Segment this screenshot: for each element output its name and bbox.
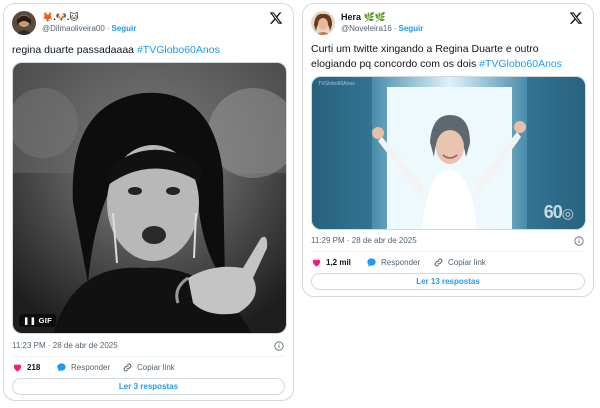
reply-bubble-icon <box>367 258 376 267</box>
copy-link-button[interactable]: Copiar link <box>433 257 486 268</box>
author-handle[interactable]: @Dilmaoliveira00 <box>42 24 105 33</box>
action-bar: 1,2 mil Responder Copiar link <box>311 257 585 271</box>
tweet-text-body: regina duarte passadaaaa <box>12 44 137 56</box>
author-handle[interactable]: @Noveleira16 <box>341 24 392 33</box>
watermark-text: 60 <box>543 202 563 222</box>
x-logo-icon[interactable] <box>269 11 283 25</box>
link-icon <box>434 258 443 267</box>
tweet-gif[interactable]: ❚❚ GIF <box>12 62 287 334</box>
pause-icon: ❚❚ <box>23 316 37 325</box>
read-replies-button[interactable]: Ler 13 respostas <box>311 273 585 290</box>
follow-button[interactable]: Seguir <box>111 24 136 33</box>
gif-image <box>13 63 286 333</box>
tweet-card-1: 🦊.🐶.🐱 @Dilmaoliveira00 · Seguir regina dua… <box>3 3 294 401</box>
watermark-logo: 60◎ <box>543 202 574 222</box>
avatar[interactable] <box>12 11 36 35</box>
avatar[interactable] <box>311 11 335 35</box>
follow-button[interactable]: Seguir <box>398 24 423 33</box>
divider <box>311 251 585 252</box>
reply-bubble-icon <box>57 363 66 372</box>
tweet-text-line-1: Curti um twitte xingando a Regina Duarte… <box>311 43 539 55</box>
info-icon[interactable] <box>274 341 284 351</box>
tweet-video[interactable]: TVGlobo60Anos 60◎ <box>311 76 586 230</box>
tweet-timestamp[interactable]: 11:29 PM · 28 de abr de 2025 <box>311 236 417 245</box>
copy-link-label: Copiar link <box>448 258 486 267</box>
like-button[interactable]: 218 <box>12 362 40 373</box>
reply-label: Responder <box>71 363 111 372</box>
author-name[interactable]: Hera 🌿🌿 <box>341 12 386 23</box>
tweet-text-line-2: elogiando pq concordo com os dois <box>311 58 480 70</box>
reply-label: Responder <box>381 258 421 267</box>
link-icon <box>123 363 132 372</box>
copy-link-label: Copiar link <box>137 363 175 372</box>
tweet-header: 🦊.🐶.🐱 @Dilmaoliveira00 · Seguir <box>12 11 285 41</box>
author-name[interactable]: 🦊.🐶.🐱 <box>42 12 79 23</box>
copy-link-button[interactable]: Copiar link <box>122 362 175 373</box>
handle-row: @Noveleira16 · Seguir <box>341 24 424 33</box>
x-logo-icon[interactable] <box>569 11 583 25</box>
tweet-timestamp[interactable]: 11:23 PM · 28 de abr de 2025 <box>12 341 118 350</box>
gif-badge[interactable]: ❚❚ GIF <box>19 314 56 327</box>
gif-label: GIF <box>38 316 52 325</box>
corner-text: TVGlobo60Anos <box>318 81 355 87</box>
reply-button[interactable]: Responder <box>56 362 110 373</box>
read-replies-button[interactable]: Ler 3 respostas <box>12 378 285 395</box>
tweet-card-2: Hera 🌿🌿 @Noveleira16 · Seguir Curti um twi… <box>302 3 594 297</box>
tweet-text: regina duarte passadaaaa #TVGlobo60Anos <box>12 43 220 58</box>
tweet-header: Hera 🌿🌿 @Noveleira16 · Seguir <box>311 11 585 41</box>
like-count: 218 <box>27 363 41 372</box>
hashtag-link[interactable]: #TVGlobo60Anos <box>137 44 220 56</box>
divider <box>12 356 285 357</box>
heart-icon <box>13 364 22 372</box>
action-bar: 218 Responder Copiar link <box>12 362 285 376</box>
tweet-text: Curti um twitte xingando a Regina Duarte… <box>311 42 562 72</box>
like-button[interactable]: 1,2 mil <box>311 257 351 268</box>
heart-icon <box>312 259 321 267</box>
hashtag-link[interactable]: #TVGlobo60Anos <box>479 58 562 70</box>
like-count: 1,2 mil <box>326 258 351 267</box>
info-icon[interactable] <box>574 236 584 246</box>
handle-row: @Dilmaoliveira00 · Seguir <box>42 24 137 33</box>
reply-button[interactable]: Responder <box>366 257 420 268</box>
